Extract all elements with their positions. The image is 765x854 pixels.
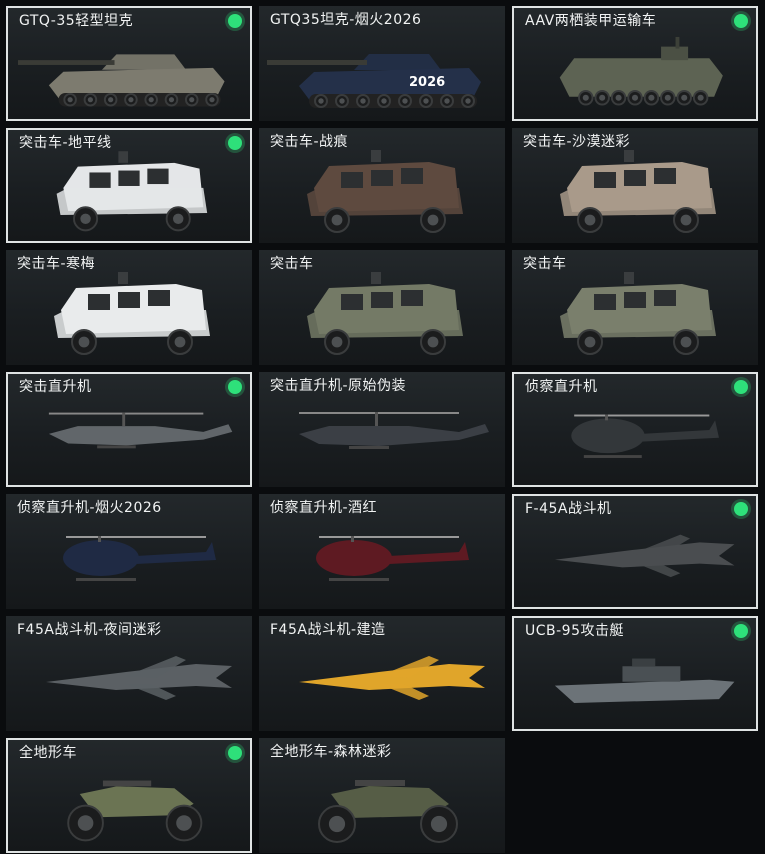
vehicle-card[interactable]: 突击直升机 <box>6 372 252 487</box>
vehicle-card[interactable]: F-45A战斗机 <box>512 494 758 609</box>
owned-indicator-icon <box>228 14 242 28</box>
vehicle-name: 全地形车 <box>19 745 77 761</box>
vehicle-card[interactable]: 突击车-沙漠迷彩 <box>512 128 758 243</box>
owned-indicator-icon <box>228 380 242 394</box>
vehicle-name: 突击车-寒梅 <box>17 256 96 272</box>
vehicle-name: F45A战斗机-建造 <box>270 622 386 638</box>
vehicle-name: GTQ-35轻型坦克 <box>19 13 134 29</box>
vehicle-name: 侦察直升机-烟火2026 <box>17 500 162 516</box>
vehicle-name: 突击车 <box>270 256 314 272</box>
vehicle-card[interactable]: F45A战斗机-夜间迷彩 <box>6 616 252 731</box>
vehicle-name: F-45A战斗机 <box>525 501 612 517</box>
vehicle-name: AAV两栖装甲运输车 <box>525 13 657 29</box>
vehicle-name: 全地形车-森林迷彩 <box>270 744 392 760</box>
vehicle-card[interactable]: 侦察直升机-烟火2026 <box>6 494 252 609</box>
owned-indicator-icon <box>734 624 748 638</box>
vehicle-card[interactable]: 全地形车 <box>6 738 252 853</box>
vehicle-name: F45A战斗机-夜间迷彩 <box>17 622 162 638</box>
vehicle-name: UCB-95攻击艇 <box>525 623 624 639</box>
vehicle-card[interactable]: 突击车 <box>512 250 758 365</box>
vehicle-name: 突击车-地平线 <box>19 135 112 151</box>
vehicle-name: 突击车-沙漠迷彩 <box>523 134 631 150</box>
vehicle-card[interactable]: 突击车-寒梅 <box>6 250 252 365</box>
vehicle-card[interactable]: 突击车 <box>259 250 505 365</box>
vehicle-name: 侦察直升机 <box>525 379 598 395</box>
vehicle-card[interactable]: 突击车-战痕 <box>259 128 505 243</box>
vehicle-card[interactable]: 突击车-地平线 <box>6 128 252 243</box>
owned-indicator-icon <box>228 746 242 760</box>
vehicle-card[interactable]: F45A战斗机-建造 <box>259 616 505 731</box>
owned-indicator-icon <box>734 380 748 394</box>
vehicle-card[interactable]: 2026 GTQ35坦克-烟火2026 <box>259 6 505 121</box>
owned-indicator-icon <box>734 502 748 516</box>
vehicle-name: 突击车-战痕 <box>270 134 349 150</box>
vehicle-name: 侦察直升机-酒红 <box>270 500 378 516</box>
vehicle-card[interactable]: GTQ-35轻型坦克 <box>6 6 252 121</box>
vehicle-name: 突击车 <box>523 256 567 272</box>
vehicle-card[interactable]: 侦察直升机-酒红 <box>259 494 505 609</box>
vehicle-card[interactable]: 侦察直升机 <box>512 372 758 487</box>
vehicle-card[interactable]: 全地形车-森林迷彩 <box>259 738 505 853</box>
vehicle-card[interactable]: AAV两栖装甲运输车 <box>512 6 758 121</box>
vehicle-card[interactable]: 突击直升机-原始伪装 <box>259 372 505 487</box>
owned-indicator-icon <box>228 136 242 150</box>
vehicle-name: 突击直升机-原始伪装 <box>270 378 407 394</box>
owned-indicator-icon <box>734 14 748 28</box>
svg-text:2026: 2026 <box>409 75 445 90</box>
vehicle-grid: GTQ-35轻型坦克 2026 GTQ35坦克-烟火2026 AAV两栖装甲运输车 突击… <box>6 6 758 853</box>
vehicle-name: 突击直升机 <box>19 379 92 395</box>
vehicle-card[interactable]: UCB-95攻击艇 <box>512 616 758 731</box>
vehicle-name: GTQ35坦克-烟火2026 <box>270 12 422 28</box>
